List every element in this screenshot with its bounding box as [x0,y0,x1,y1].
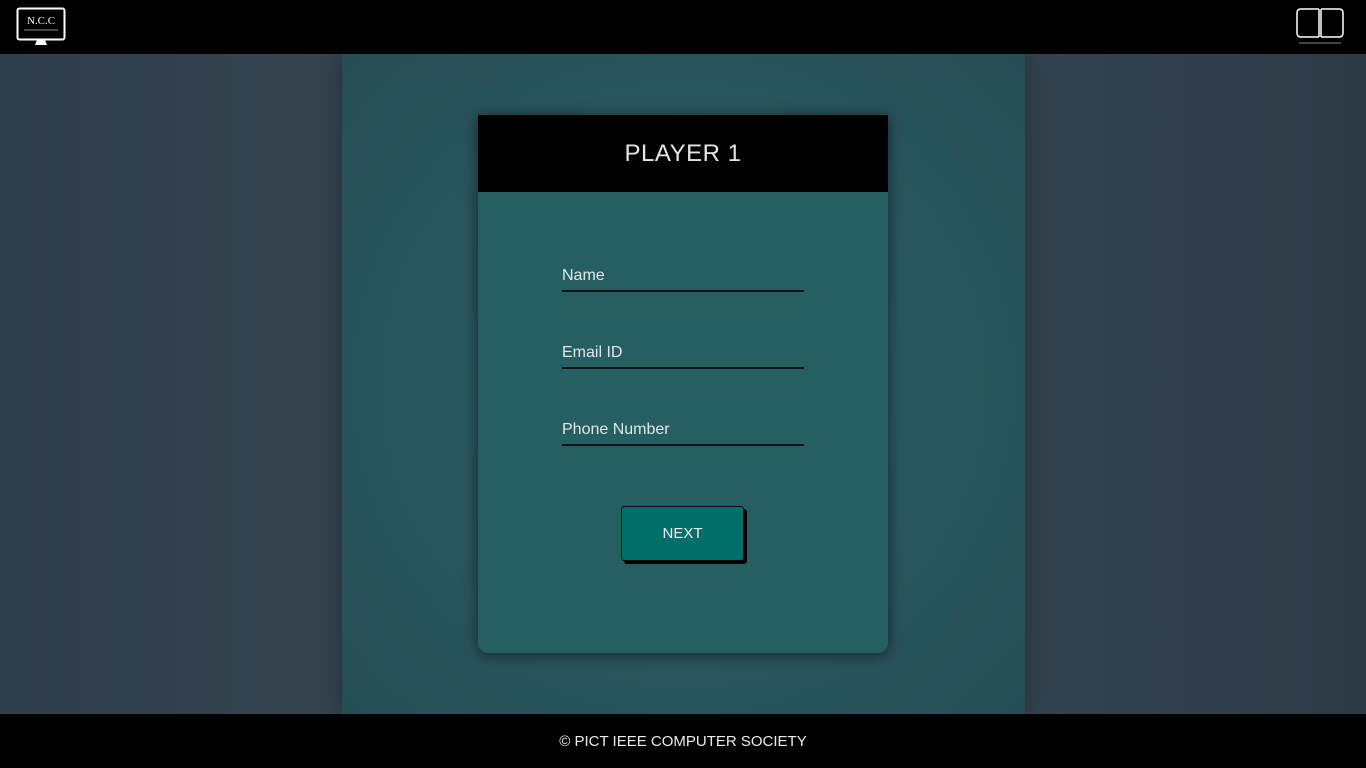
footer: © PICT IEEE COMPUTER SOCIETY [0,714,1366,768]
copyright-text: © PICT IEEE COMPUTER SOCIETY [559,732,807,750]
top-navbar: N.C.C [0,0,1366,54]
brand-logo-icon [1296,8,1344,44]
next-button[interactable]: NEXT [621,506,744,561]
phone-input[interactable] [562,416,804,446]
card-title: PLAYER 1 [624,139,742,167]
name-input[interactable] [562,262,804,292]
svg-text:N.C.C: N.C.C [27,15,55,27]
monitor-logo-icon: N.C.C [16,7,66,45]
card-header: PLAYER 1 [478,115,888,192]
brand-logo[interactable] [1295,7,1345,47]
ncc-logo[interactable]: N.C.C [16,7,66,47]
player-form-card: PLAYER 1 NEXT [478,115,888,653]
email-input[interactable] [562,339,804,369]
